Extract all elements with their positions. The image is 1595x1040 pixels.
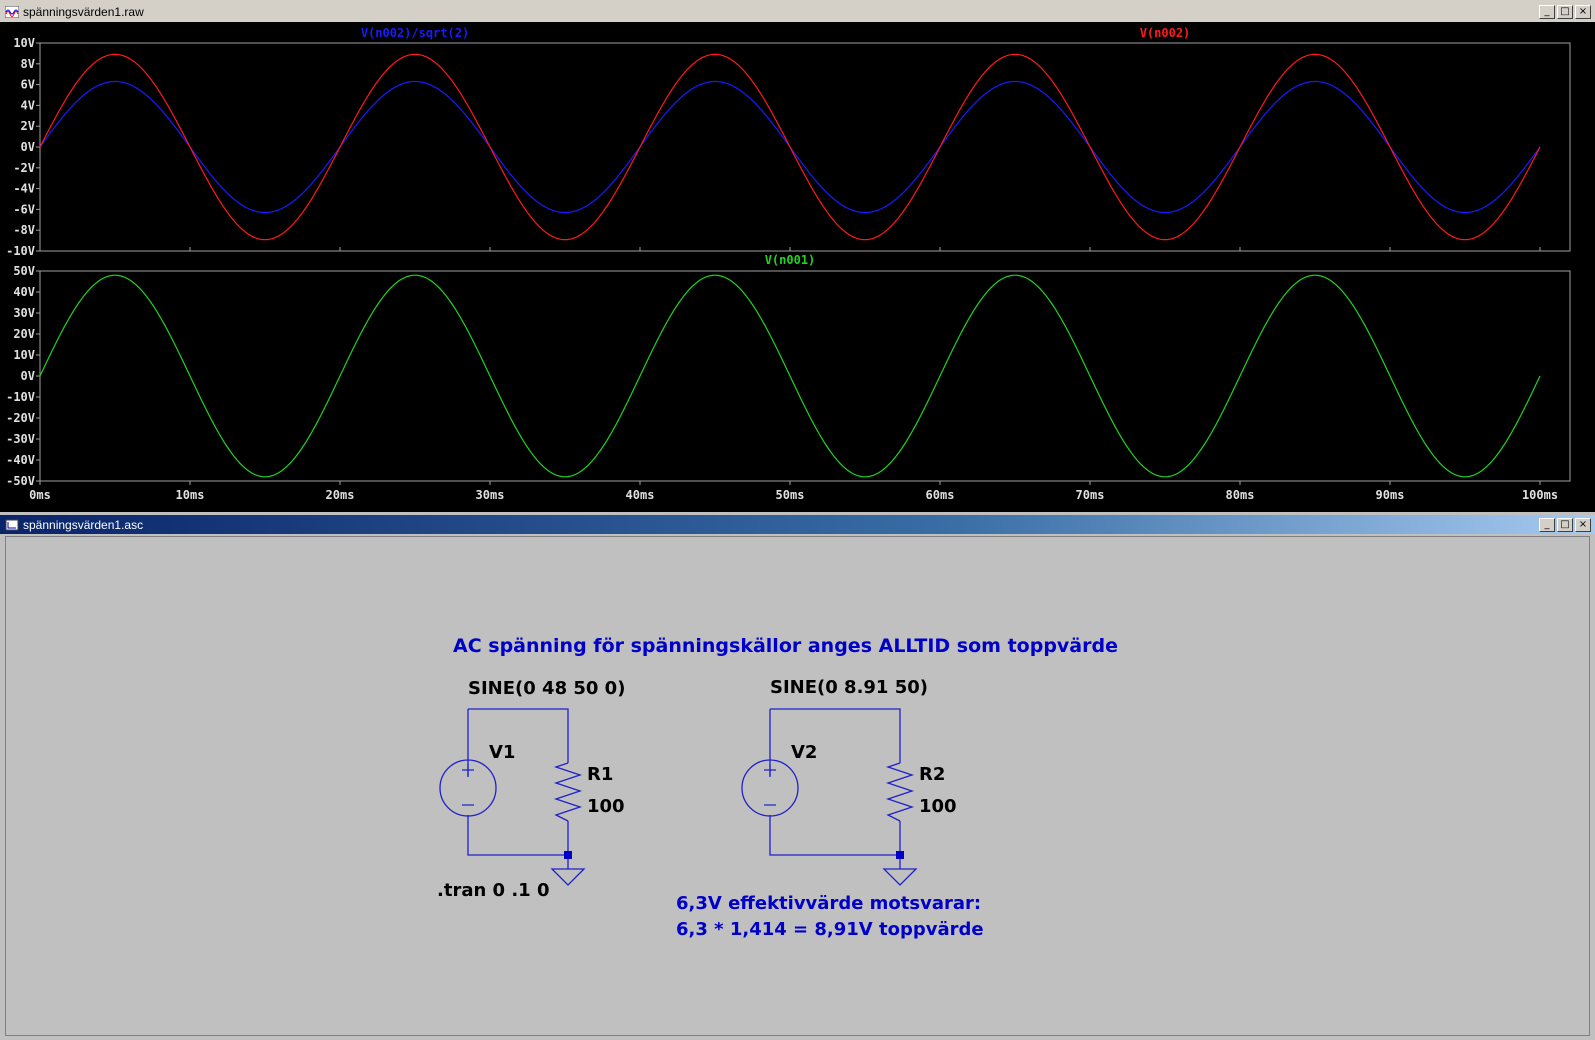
x-tick-label: 90ms [1376,488,1405,502]
x-tick-label: 0ms [29,488,51,502]
bottom-y-tick-label: 30V [13,306,35,320]
v2-source-name[interactable]: V2 [791,742,817,763]
schematic-minimize-button[interactable]: _ [1539,517,1555,532]
top-y-tick-label: -8V [13,223,35,237]
top-y-tick-label: 10V [13,36,35,50]
bottom-y-tick-label: -30V [6,432,35,446]
x-tick-label: 20ms [326,488,355,502]
note-line-2[interactable]: 6,3 * 1,414 = 8,91V toppvärde [676,919,984,940]
waveform-close-button[interactable]: × [1575,4,1591,19]
trace-label-v-n002[interactable]: V(n002) [1140,26,1191,40]
bottom-y-tick-label: 50V [13,264,35,278]
circuit-2 [741,708,918,886]
x-tick-label: 70ms [1076,488,1105,502]
waveform-file-icon [5,5,19,18]
schematic-maximize-button[interactable]: □ [1557,517,1573,532]
resistor-r2-icon[interactable] [885,762,915,822]
schematic-canvas[interactable]: AC spänning för spänningskällor anges AL… [5,536,1590,1036]
trace-v-n001[interactable] [39,274,1541,478]
tran-directive[interactable]: .tran 0 .1 0 [437,880,550,901]
ground-2-icon[interactable] [882,868,918,886]
wire-v1-r1-bottom[interactable] [467,815,569,856]
waveform-plot-area[interactable]: 10V 8V 6V 4V 2V 0V -2V -4V -6V -8V -10V V(n002)/sq… [0,22,1595,512]
schematic-window-title: spänningsvärden1.asc [23,517,144,532]
wire-v2-r2-top[interactable] [770,708,901,763]
bottom-y-tick-label: 20V [13,327,35,341]
r2-value[interactable]: 100 [919,796,957,817]
top-y-tick-label: 0V [21,140,35,154]
trace-v-n002[interactable] [39,53,1541,241]
waveform-window: spänningsvärden1.raw _ □ × 10V 8V 6V 4V 2V 0V… [0,0,1595,512]
top-y-tick-label: 6V [21,78,35,92]
node-dot-2 [896,851,904,859]
schematic-window-titlebar[interactable]: spänningsvärden1.asc _ □ × [0,515,1595,534]
bottom-y-tick-label: -50V [6,474,35,488]
schematic-heading[interactable]: AC spänning för spänningskällor anges AL… [453,635,1118,657]
x-tick-label: 80ms [1226,488,1255,502]
x-tick-label: 50ms [776,488,805,502]
top-y-tick-label: -2V [13,161,35,175]
waveform-window-title: spänningsvärden1.raw [23,4,144,19]
ground-1-icon[interactable] [550,868,586,886]
waveform-window-titlebar[interactable]: spänningsvärden1.raw _ □ × [0,2,1595,21]
bottom-y-tick-label: -20V [6,411,35,425]
wire-v2-r2-bottom[interactable] [769,815,901,856]
v1-source-name[interactable]: V1 [489,742,515,763]
trace-label-v-n001[interactable]: V(n001) [765,253,816,267]
top-y-tick-label: 4V [21,98,35,112]
x-tick-label: 30ms [476,488,505,502]
bottom-y-tick-label: -40V [6,453,35,467]
schematic-window: spänningsvärden1.asc _ □ × AC spänning f… [0,514,1595,1040]
x-tick-label: 60ms [926,488,955,502]
node-dot-1 [564,851,572,859]
resistor-r1-icon[interactable] [553,762,583,822]
bottom-y-tick-label: 0V [21,369,35,383]
v2-polarity-icon [764,764,776,806]
top-y-tick-label: 2V [21,119,35,133]
v1-source-value[interactable]: SINE(0 48 50 0) [468,678,625,699]
v2-source-value[interactable]: SINE(0 8.91 50) [770,677,928,698]
bottom-y-tick-label: 40V [13,285,35,299]
wire-v1-r1-top[interactable] [468,708,569,763]
r2-name[interactable]: R2 [919,764,945,785]
top-y-tick-label: -6V [13,202,35,216]
circuit-1 [439,708,586,886]
waveform-maximize-button[interactable]: □ [1557,4,1573,19]
bottom-pane-frame [39,270,1571,482]
note-line-1[interactable]: 6,3V effektivvärde motsvarar: [676,893,981,914]
waveform-minimize-button[interactable]: _ [1539,4,1555,19]
r1-value[interactable]: 100 [587,796,625,817]
top-pane-frame [39,42,1571,252]
x-tick-label: 40ms [626,488,655,502]
schematic-close-button[interactable]: × [1575,517,1591,532]
top-y-tick-label: -4V [13,182,35,196]
x-tick-label: 10ms [176,488,205,502]
x-tick-label: 100ms [1522,488,1558,502]
top-y-tick-label: 8V [21,57,35,71]
top-y-tick-label: -10V [6,244,35,258]
v1-polarity-icon [462,764,474,806]
r1-name[interactable]: R1 [587,764,613,785]
bottom-y-tick-label: -10V [6,390,35,404]
trace-label-v-n002-sqrt2[interactable]: V(n002)/sqrt(2) [361,26,469,40]
schematic-file-icon [5,519,19,530]
bottom-y-tick-label: 10V [13,348,35,362]
